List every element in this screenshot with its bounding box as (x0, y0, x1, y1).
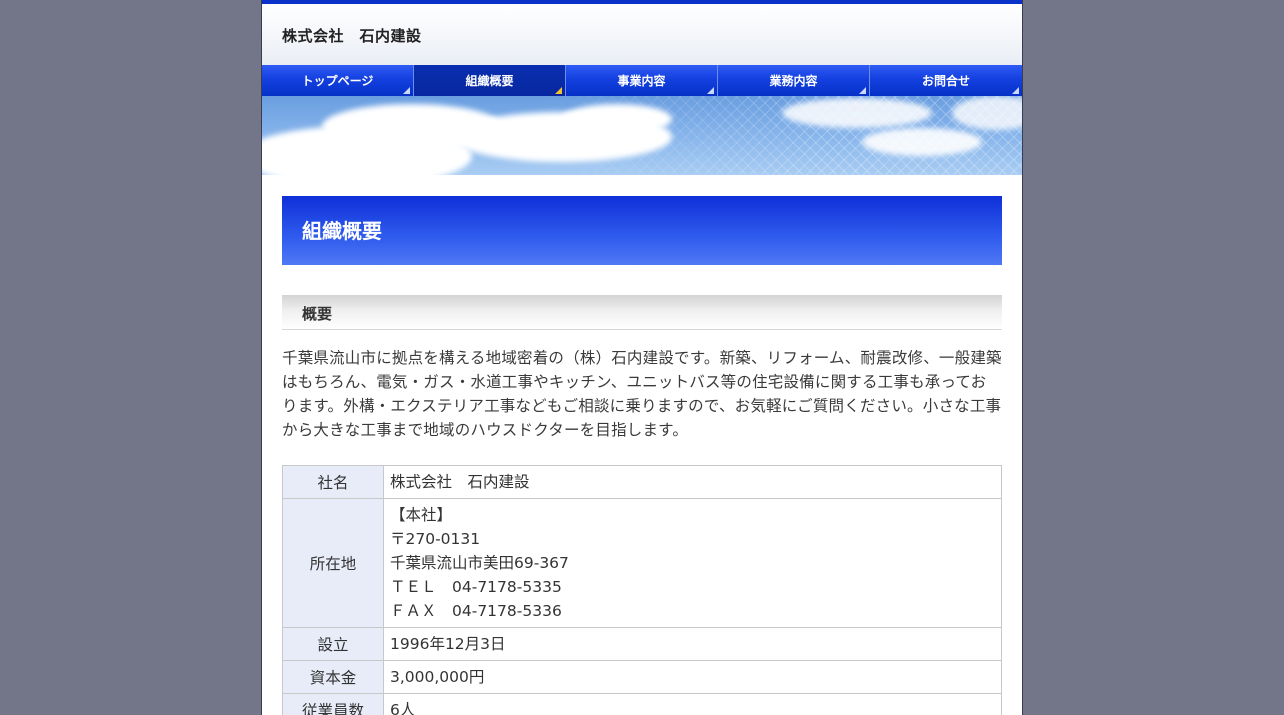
company-info-body: 社名 株式会社 石内建設 所在地 【本社】〒270-0131 千葉県流山市美田69-36… (282, 465, 1002, 715)
row-label: 設立 (282, 627, 384, 661)
nav-item-label: お問合せ (921, 74, 970, 88)
row-value: 6人 (383, 693, 1002, 715)
row-value: 株式会社 石内建設 (383, 465, 1002, 499)
value-line: 3,000,000円 (390, 668, 485, 686)
value-line: 1996年12月3日 (390, 635, 506, 653)
value-line: 【本社】 (390, 506, 453, 524)
site-header: 株式会社 石内建設 (262, 0, 1022, 65)
main-content: 組織概要 概要 千葉県流山市に拠点を構える地域密着の（株）石内建設です。新築、リ… (262, 175, 1022, 715)
nav-item-label: トップページ (301, 74, 374, 88)
value-line: 千葉県流山市美田69-367 (390, 554, 569, 572)
nav-item-services[interactable]: 業務内容 (718, 65, 870, 96)
corner-arrow-icon (403, 87, 410, 94)
corner-arrow-icon (555, 87, 562, 94)
row-value: 1996年12月3日 (383, 627, 1002, 661)
nav-item-label: 事業内容 (617, 74, 666, 88)
nav-item-label: 組織概要 (465, 74, 514, 88)
page-wrapper: 株式会社 石内建設 トップページ 組織概要 事業内容 業務内容 お問合せ 組織概… (261, 0, 1023, 715)
nav-item-top[interactable]: トップページ (262, 65, 414, 96)
value-line: 〒270-0131 (390, 530, 481, 548)
nav-item-business[interactable]: 事業内容 (566, 65, 718, 96)
value-line: ＦＡＸ 04-7178-5336 (390, 602, 562, 620)
row-label: 所在地 (282, 498, 384, 628)
corner-arrow-icon (859, 87, 866, 94)
row-value: 【本社】〒270-0131 千葉県流山市美田69-367 ＴＥＬ 04-7178-5… (383, 498, 1002, 628)
nav-item-organization[interactable]: 組織概要 (414, 65, 566, 96)
sky-banner (262, 96, 1022, 175)
table-row: 社名 株式会社 石内建設 (282, 465, 1002, 499)
nav-item-contact[interactable]: お問合せ (870, 65, 1022, 96)
section-title: 概要 (282, 295, 1002, 330)
table-row: 資本金 3,000,000円 (282, 660, 1002, 694)
row-label: 社名 (282, 465, 384, 499)
banner-grid-pattern (542, 96, 1022, 175)
nav-item-label: 業務内容 (769, 74, 818, 88)
corner-arrow-icon (1012, 87, 1019, 94)
global-nav: トップページ 組織概要 事業内容 業務内容 お問合せ (262, 65, 1022, 96)
value-line: ＴＥＬ 04-7178-5335 (390, 578, 562, 596)
table-row: 所在地 【本社】〒270-0131 千葉県流山市美田69-367 ＴＥＬ 04-717… (282, 498, 1002, 628)
row-label: 資本金 (282, 660, 384, 694)
site-title[interactable]: 株式会社 石内建設 (282, 25, 422, 46)
table-row: 設立 1996年12月3日 (282, 627, 1002, 661)
value-line: 6人 (390, 701, 416, 715)
page-title: 組織概要 (282, 196, 1002, 265)
company-info-table: 社名 株式会社 石内建設 所在地 【本社】〒270-0131 千葉県流山市美田69-36… (282, 465, 1002, 715)
intro-text: 千葉県流山市に拠点を構える地域密着の（株）石内建設です。新築、リフォーム、耐震改… (282, 349, 1002, 439)
corner-arrow-icon (707, 87, 714, 94)
row-label: 従業員数 (282, 693, 384, 715)
value-line: 株式会社 石内建設 (390, 473, 530, 491)
table-row: 従業員数 6人 (282, 693, 1002, 715)
row-value: 3,000,000円 (383, 660, 1002, 694)
